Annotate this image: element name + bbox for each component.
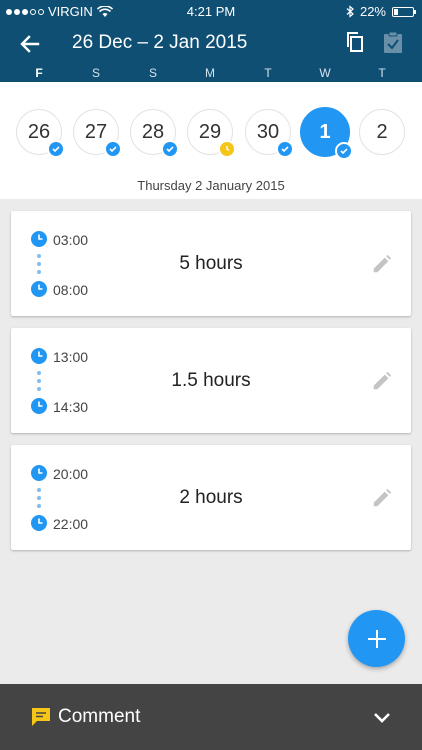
approved-check-icon	[47, 140, 65, 158]
clock-icon	[31, 465, 47, 481]
connector-dots	[37, 371, 41, 395]
day-number: 2	[376, 120, 388, 143]
date-strip: 26 27 28 29 30 1 2 Thursday 2 January 20…	[0, 82, 422, 199]
copy-icon[interactable]	[343, 30, 367, 54]
selected-date-label: Thursday 2 January 2015	[137, 178, 285, 193]
back-arrow-icon[interactable]	[18, 32, 42, 56]
day-chip-30[interactable]: 30	[245, 109, 294, 158]
time-entry-card[interactable]: 03:00 08:00 5 hours	[11, 211, 411, 316]
day-chip-1-selected[interactable]: 1	[300, 107, 353, 160]
approved-check-icon	[335, 142, 353, 160]
day-chip-26[interactable]: 26	[16, 109, 65, 158]
weekday-label: T	[264, 66, 272, 80]
duration-label: 2 hours	[179, 487, 243, 508]
edit-pencil-icon[interactable]	[371, 253, 393, 275]
clock-icon	[31, 398, 47, 414]
approved-check-icon	[104, 140, 122, 158]
weekday-label: S	[148, 66, 157, 80]
day-chip-28[interactable]: 28	[130, 109, 179, 158]
edit-pencil-icon[interactable]	[371, 370, 393, 392]
approved-check-icon	[161, 140, 179, 158]
day-number: 26	[27, 120, 51, 143]
duration-label: 5 hours	[179, 253, 243, 274]
duration-label: 1.5 hours	[171, 370, 251, 391]
time-entry-card[interactable]: 20:00 22:00 2 hours	[11, 445, 411, 550]
start-time: 03:00	[53, 232, 89, 248]
clock-icon	[31, 515, 47, 531]
comment-label: Comment	[58, 706, 141, 727]
connector-dots	[37, 254, 41, 278]
status-bar: VIRGIN 4:21 PM 22%	[0, 0, 422, 22]
approved-check-icon	[276, 140, 294, 158]
day-chip-27[interactable]: 27	[73, 109, 122, 158]
weekday-label: F	[35, 66, 43, 80]
clock-icon	[31, 281, 47, 297]
battery-percent: 22%	[359, 4, 386, 19]
day-chip-2[interactable]: 2	[359, 109, 405, 155]
pending-clock-icon	[218, 140, 236, 158]
time-entry-card[interactable]: 13:00 14:30 1.5 hours	[11, 328, 411, 433]
page-title: 26 Dec – 2 Jan 2015	[72, 32, 248, 53]
weekday-label: M	[205, 66, 215, 80]
day-number: 27	[84, 120, 108, 143]
connector-dots	[37, 488, 41, 512]
status-right: 22%	[346, 4, 416, 19]
day-number: 29	[198, 120, 222, 143]
edit-pencil-icon[interactable]	[371, 487, 393, 509]
add-entry-button[interactable]	[348, 610, 405, 667]
chevron-down-icon[interactable]	[372, 708, 392, 728]
end-time: 22:00	[53, 516, 89, 532]
battery-icon	[392, 6, 416, 17]
end-time: 14:30	[53, 399, 89, 415]
weekday-row: F S S M T W T	[0, 66, 422, 82]
end-time: 08:00	[53, 282, 89, 298]
weekday-label: S	[91, 66, 100, 80]
start-time: 13:00	[53, 349, 89, 365]
app-header: 26 Dec – 2 Jan 2015 F S S M T W T	[0, 22, 422, 82]
weekday-label: W	[319, 66, 331, 80]
day-number: 30	[256, 120, 280, 143]
clock-icon	[31, 231, 47, 247]
day-number: 28	[141, 120, 165, 143]
day-chip-29[interactable]: 29	[187, 109, 236, 158]
clock-icon	[31, 348, 47, 364]
start-time: 20:00	[53, 466, 89, 482]
clipboard-check-icon[interactable]	[381, 30, 405, 54]
plus-icon	[367, 629, 386, 648]
battery-fill	[394, 8, 398, 15]
comment-bar[interactable]: Comment	[0, 684, 422, 750]
comment-icon	[32, 708, 50, 726]
bluetooth-icon	[346, 5, 354, 18]
weekday-label: T	[378, 66, 386, 80]
day-number: 1	[319, 120, 331, 143]
